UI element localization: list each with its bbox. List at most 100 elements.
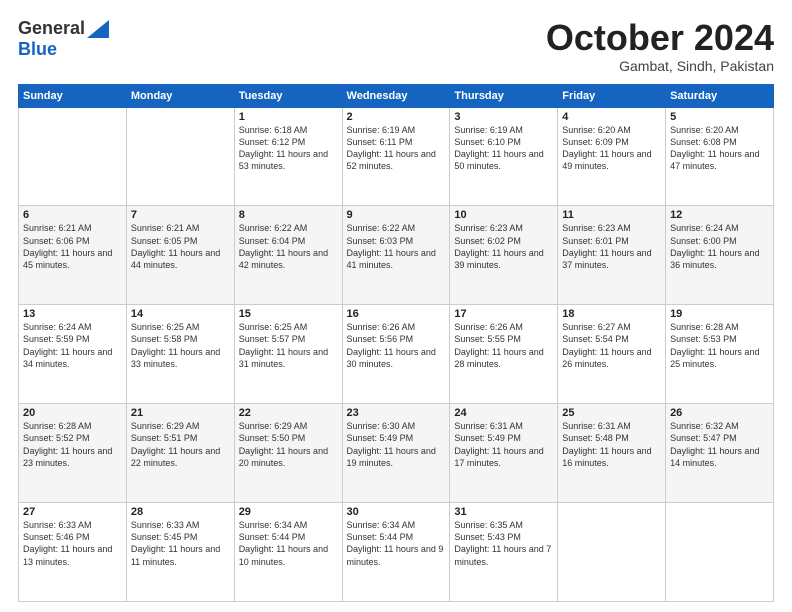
calendar-cell: 3Sunrise: 6:19 AM Sunset: 6:10 PM Daylig… <box>450 107 558 206</box>
calendar-day-header: Tuesday <box>234 84 342 107</box>
calendar-cell <box>19 107 127 206</box>
day-info: Sunrise: 6:21 AM Sunset: 6:06 PM Dayligh… <box>23 222 122 271</box>
day-number: 1 <box>239 111 338 123</box>
day-info: Sunrise: 6:25 AM Sunset: 5:57 PM Dayligh… <box>239 321 338 370</box>
day-info: Sunrise: 6:35 AM Sunset: 5:43 PM Dayligh… <box>454 519 553 568</box>
calendar-cell: 7Sunrise: 6:21 AM Sunset: 6:05 PM Daylig… <box>126 206 234 305</box>
calendar-cell: 15Sunrise: 6:25 AM Sunset: 5:57 PM Dayli… <box>234 305 342 404</box>
day-info: Sunrise: 6:33 AM Sunset: 5:45 PM Dayligh… <box>131 519 230 568</box>
day-number: 29 <box>239 506 338 518</box>
location: Gambat, Sindh, Pakistan <box>546 58 774 74</box>
day-number: 27 <box>23 506 122 518</box>
day-number: 10 <box>454 209 553 221</box>
day-number: 22 <box>239 407 338 419</box>
day-info: Sunrise: 6:34 AM Sunset: 5:44 PM Dayligh… <box>239 519 338 568</box>
calendar-day-header: Monday <box>126 84 234 107</box>
calendar-cell: 23Sunrise: 6:30 AM Sunset: 5:49 PM Dayli… <box>342 404 450 503</box>
logo-blue-text: Blue <box>18 39 57 59</box>
calendar-week-row: 1Sunrise: 6:18 AM Sunset: 6:12 PM Daylig… <box>19 107 774 206</box>
calendar-week-row: 27Sunrise: 6:33 AM Sunset: 5:46 PM Dayli… <box>19 503 774 602</box>
calendar-cell: 12Sunrise: 6:24 AM Sunset: 6:00 PM Dayli… <box>666 206 774 305</box>
day-info: Sunrise: 6:19 AM Sunset: 6:10 PM Dayligh… <box>454 124 553 173</box>
calendar-cell: 25Sunrise: 6:31 AM Sunset: 5:48 PM Dayli… <box>558 404 666 503</box>
calendar-week-row: 13Sunrise: 6:24 AM Sunset: 5:59 PM Dayli… <box>19 305 774 404</box>
calendar-cell: 20Sunrise: 6:28 AM Sunset: 5:52 PM Dayli… <box>19 404 127 503</box>
calendar-cell: 11Sunrise: 6:23 AM Sunset: 6:01 PM Dayli… <box>558 206 666 305</box>
calendar-cell: 16Sunrise: 6:26 AM Sunset: 5:56 PM Dayli… <box>342 305 450 404</box>
day-info: Sunrise: 6:23 AM Sunset: 6:02 PM Dayligh… <box>454 222 553 271</box>
month-title: October 2024 <box>546 18 774 58</box>
calendar-cell: 30Sunrise: 6:34 AM Sunset: 5:44 PM Dayli… <box>342 503 450 602</box>
day-info: Sunrise: 6:20 AM Sunset: 6:09 PM Dayligh… <box>562 124 661 173</box>
calendar-cell: 19Sunrise: 6:28 AM Sunset: 5:53 PM Dayli… <box>666 305 774 404</box>
day-info: Sunrise: 6:23 AM Sunset: 6:01 PM Dayligh… <box>562 222 661 271</box>
calendar-cell: 2Sunrise: 6:19 AM Sunset: 6:11 PM Daylig… <box>342 107 450 206</box>
day-number: 21 <box>131 407 230 419</box>
day-info: Sunrise: 6:27 AM Sunset: 5:54 PM Dayligh… <box>562 321 661 370</box>
calendar-cell: 28Sunrise: 6:33 AM Sunset: 5:45 PM Dayli… <box>126 503 234 602</box>
calendar-cell: 22Sunrise: 6:29 AM Sunset: 5:50 PM Dayli… <box>234 404 342 503</box>
day-number: 24 <box>454 407 553 419</box>
day-number: 14 <box>131 308 230 320</box>
calendar-week-row: 20Sunrise: 6:28 AM Sunset: 5:52 PM Dayli… <box>19 404 774 503</box>
day-number: 25 <box>562 407 661 419</box>
calendar-cell: 10Sunrise: 6:23 AM Sunset: 6:02 PM Dayli… <box>450 206 558 305</box>
day-number: 20 <box>23 407 122 419</box>
day-number: 18 <box>562 308 661 320</box>
day-info: Sunrise: 6:31 AM Sunset: 5:48 PM Dayligh… <box>562 420 661 469</box>
calendar-cell: 9Sunrise: 6:22 AM Sunset: 6:03 PM Daylig… <box>342 206 450 305</box>
calendar-table: SundayMondayTuesdayWednesdayThursdayFrid… <box>18 84 774 602</box>
logo: General Blue <box>18 18 109 60</box>
calendar-cell: 13Sunrise: 6:24 AM Sunset: 5:59 PM Dayli… <box>19 305 127 404</box>
calendar-cell: 24Sunrise: 6:31 AM Sunset: 5:49 PM Dayli… <box>450 404 558 503</box>
day-info: Sunrise: 6:34 AM Sunset: 5:44 PM Dayligh… <box>347 519 446 568</box>
calendar-day-header: Saturday <box>666 84 774 107</box>
calendar-cell: 17Sunrise: 6:26 AM Sunset: 5:55 PM Dayli… <box>450 305 558 404</box>
day-info: Sunrise: 6:21 AM Sunset: 6:05 PM Dayligh… <box>131 222 230 271</box>
calendar-cell <box>666 503 774 602</box>
day-number: 7 <box>131 209 230 221</box>
day-info: Sunrise: 6:30 AM Sunset: 5:49 PM Dayligh… <box>347 420 446 469</box>
day-info: Sunrise: 6:19 AM Sunset: 6:11 PM Dayligh… <box>347 124 446 173</box>
calendar-day-header: Thursday <box>450 84 558 107</box>
day-info: Sunrise: 6:18 AM Sunset: 6:12 PM Dayligh… <box>239 124 338 173</box>
calendar-cell: 14Sunrise: 6:25 AM Sunset: 5:58 PM Dayli… <box>126 305 234 404</box>
day-number: 8 <box>239 209 338 221</box>
calendar-cell: 4Sunrise: 6:20 AM Sunset: 6:09 PM Daylig… <box>558 107 666 206</box>
day-number: 23 <box>347 407 446 419</box>
day-info: Sunrise: 6:33 AM Sunset: 5:46 PM Dayligh… <box>23 519 122 568</box>
title-area: October 2024 Gambat, Sindh, Pakistan <box>546 18 774 74</box>
calendar-cell: 31Sunrise: 6:35 AM Sunset: 5:43 PM Dayli… <box>450 503 558 602</box>
day-number: 3 <box>454 111 553 123</box>
calendar-cell: 21Sunrise: 6:29 AM Sunset: 5:51 PM Dayli… <box>126 404 234 503</box>
logo-icon <box>87 20 109 38</box>
day-info: Sunrise: 6:22 AM Sunset: 6:04 PM Dayligh… <box>239 222 338 271</box>
day-info: Sunrise: 6:32 AM Sunset: 5:47 PM Dayligh… <box>670 420 769 469</box>
day-number: 16 <box>347 308 446 320</box>
day-number: 31 <box>454 506 553 518</box>
day-info: Sunrise: 6:26 AM Sunset: 5:55 PM Dayligh… <box>454 321 553 370</box>
day-info: Sunrise: 6:20 AM Sunset: 6:08 PM Dayligh… <box>670 124 769 173</box>
calendar-cell: 26Sunrise: 6:32 AM Sunset: 5:47 PM Dayli… <box>666 404 774 503</box>
day-info: Sunrise: 6:22 AM Sunset: 6:03 PM Dayligh… <box>347 222 446 271</box>
calendar-cell <box>558 503 666 602</box>
day-info: Sunrise: 6:29 AM Sunset: 5:51 PM Dayligh… <box>131 420 230 469</box>
day-info: Sunrise: 6:31 AM Sunset: 5:49 PM Dayligh… <box>454 420 553 469</box>
day-number: 19 <box>670 308 769 320</box>
day-info: Sunrise: 6:28 AM Sunset: 5:52 PM Dayligh… <box>23 420 122 469</box>
calendar-cell: 8Sunrise: 6:22 AM Sunset: 6:04 PM Daylig… <box>234 206 342 305</box>
calendar-day-header: Wednesday <box>342 84 450 107</box>
calendar-cell: 6Sunrise: 6:21 AM Sunset: 6:06 PM Daylig… <box>19 206 127 305</box>
calendar-cell: 1Sunrise: 6:18 AM Sunset: 6:12 PM Daylig… <box>234 107 342 206</box>
day-info: Sunrise: 6:29 AM Sunset: 5:50 PM Dayligh… <box>239 420 338 469</box>
calendar-cell <box>126 107 234 206</box>
day-number: 26 <box>670 407 769 419</box>
day-number: 6 <box>23 209 122 221</box>
day-number: 2 <box>347 111 446 123</box>
day-info: Sunrise: 6:28 AM Sunset: 5:53 PM Dayligh… <box>670 321 769 370</box>
page: General Blue October 2024 Gambat, Sindh,… <box>0 0 792 612</box>
day-info: Sunrise: 6:25 AM Sunset: 5:58 PM Dayligh… <box>131 321 230 370</box>
day-number: 4 <box>562 111 661 123</box>
day-info: Sunrise: 6:24 AM Sunset: 5:59 PM Dayligh… <box>23 321 122 370</box>
calendar-cell: 29Sunrise: 6:34 AM Sunset: 5:44 PM Dayli… <box>234 503 342 602</box>
